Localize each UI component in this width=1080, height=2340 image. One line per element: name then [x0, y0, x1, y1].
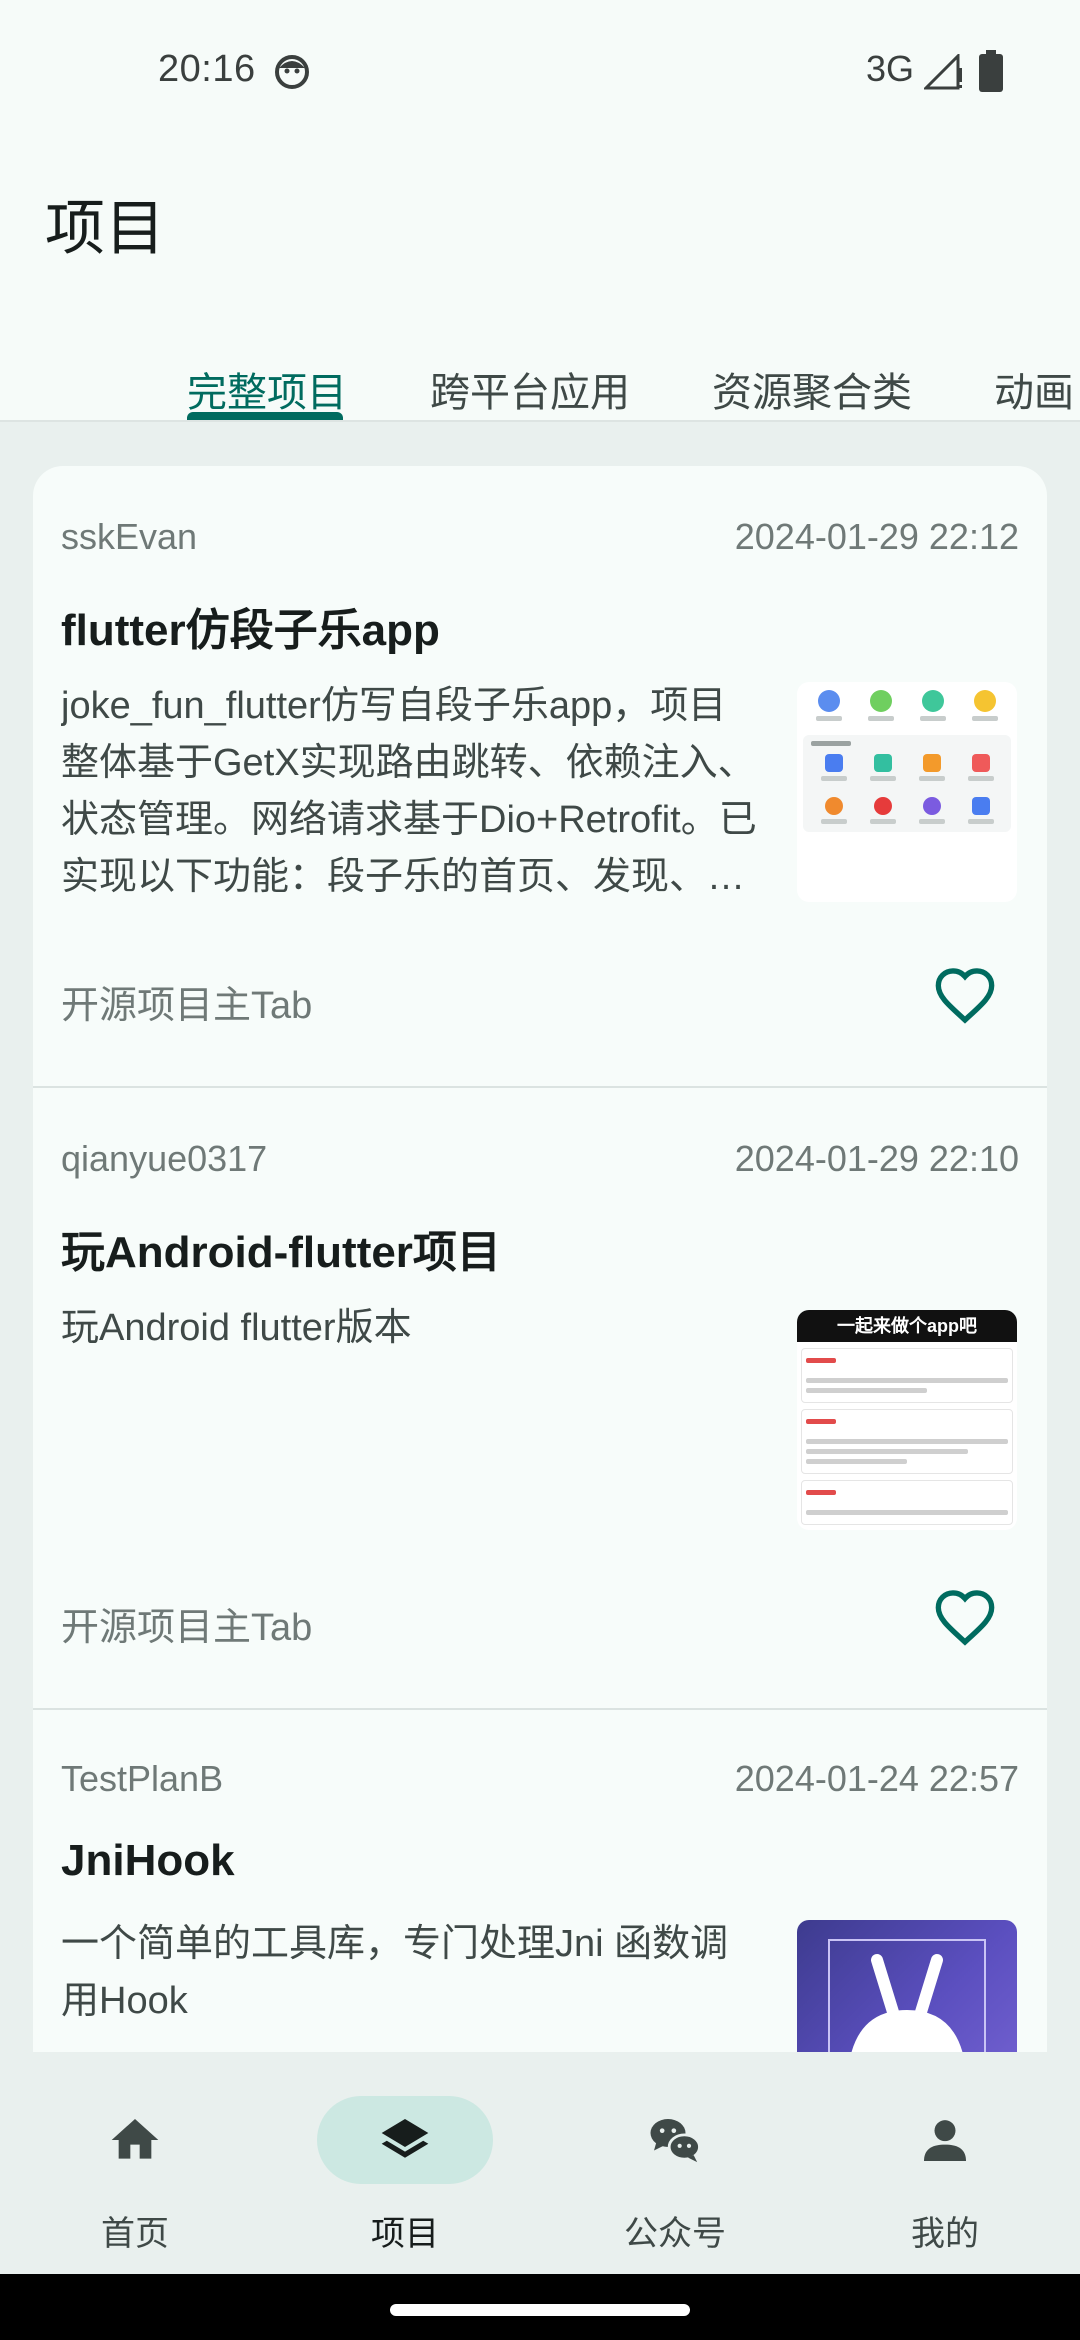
category-tabs: 完整项目 跨平台应用 资源聚合类 动画 [0, 340, 1080, 422]
card-description: joke_fun_flutter仿写自段子乐app，项目整体基于GetX实现路由… [61, 685, 757, 898]
card-thumbnail [797, 1920, 1017, 2052]
card-thumbnail: 一起来做个app吧 [797, 1310, 1017, 1530]
card-title: 玩Android-flutter项目 [61, 1228, 501, 1277]
project-list[interactable]: sskEvan 2024-01-29 22:12 flutter仿段子乐app … [0, 422, 1080, 2052]
notification-face-icon [275, 55, 309, 89]
network-type: 3G [866, 48, 915, 89]
favorite-heart-icon[interactable] [933, 1586, 997, 1650]
tab-animation[interactable]: 动画 [994, 360, 1074, 418]
home-gesture-handle[interactable] [390, 2304, 690, 2316]
person-icon [924, 2120, 966, 2161]
card-chapter: 开源项目主Tab [61, 1607, 313, 1649]
card-title: JniHook [61, 1836, 235, 1885]
home-icon [111, 2119, 159, 2159]
nav-label: 公众号 [624, 2215, 726, 2253]
card-author: qianyue0317 [61, 1138, 268, 1179]
tab-indicator [187, 412, 343, 420]
battery-icon [979, 50, 1003, 92]
card-date: 2024-01-24 22:57 [734, 1758, 1019, 1799]
status-bar: 20:16 3G [0, 0, 1080, 140]
tab-resource-aggregation[interactable]: 资源聚合类 [712, 360, 912, 418]
card-date: 2024-01-29 22:12 [734, 516, 1019, 557]
card-date: 2024-01-29 22:10 [734, 1138, 1019, 1179]
bottom-navigation: 首页 项目 公众号 我的 [0, 2052, 1080, 2274]
card-author: TestPlanB [61, 1758, 224, 1799]
signal-icon [924, 54, 962, 90]
wechat-icon [650, 2119, 701, 2163]
nav-label: 我的 [911, 2215, 979, 2253]
project-card[interactable]: sskEvan 2024-01-29 22:12 flutter仿段子乐app … [33, 466, 1047, 1088]
card-author: sskEvan [61, 516, 198, 557]
card-container: sskEvan 2024-01-29 22:12 flutter仿段子乐app … [33, 466, 1047, 2052]
layers-icon [381, 2119, 429, 2158]
project-card[interactable]: qianyue0317 2024-01-29 22:10 玩Android-fl… [33, 1088, 1047, 1710]
tab-complete-projects[interactable]: 完整项目 [187, 360, 347, 418]
nav-profile[interactable]: 我的 [810, 2096, 1080, 2256]
card-description: 一个简单的工具库，专门处理Jni 函数调用Hook [61, 1923, 729, 2022]
card-description: 玩Android flutter版本 [61, 1307, 412, 1349]
nav-projects[interactable]: 项目 [270, 2096, 540, 2256]
nav-label: 项目 [371, 2215, 439, 2253]
status-time: 20:16 [158, 48, 256, 90]
project-card[interactable]: TestPlanB 2024-01-24 22:57 JniHook 一个简单的… [33, 1710, 1047, 2052]
card-chapter: 开源项目主Tab [61, 985, 313, 1027]
card-title: flutter仿段子乐app [61, 606, 440, 655]
nav-label: 首页 [101, 2215, 169, 2253]
thumb-banner: 一起来做个app吧 [797, 1310, 1017, 1342]
nav-official-accounts[interactable]: 公众号 [540, 2096, 810, 2256]
favorite-heart-icon[interactable] [933, 964, 997, 1028]
gesture-bar [0, 2274, 1080, 2340]
card-thumbnail [797, 682, 1017, 902]
tab-cross-platform[interactable]: 跨平台应用 [430, 360, 630, 418]
nav-home[interactable]: 首页 [0, 2096, 270, 2256]
page-title: 项目 [45, 195, 165, 262]
android-logo-icon [828, 1939, 986, 2052]
